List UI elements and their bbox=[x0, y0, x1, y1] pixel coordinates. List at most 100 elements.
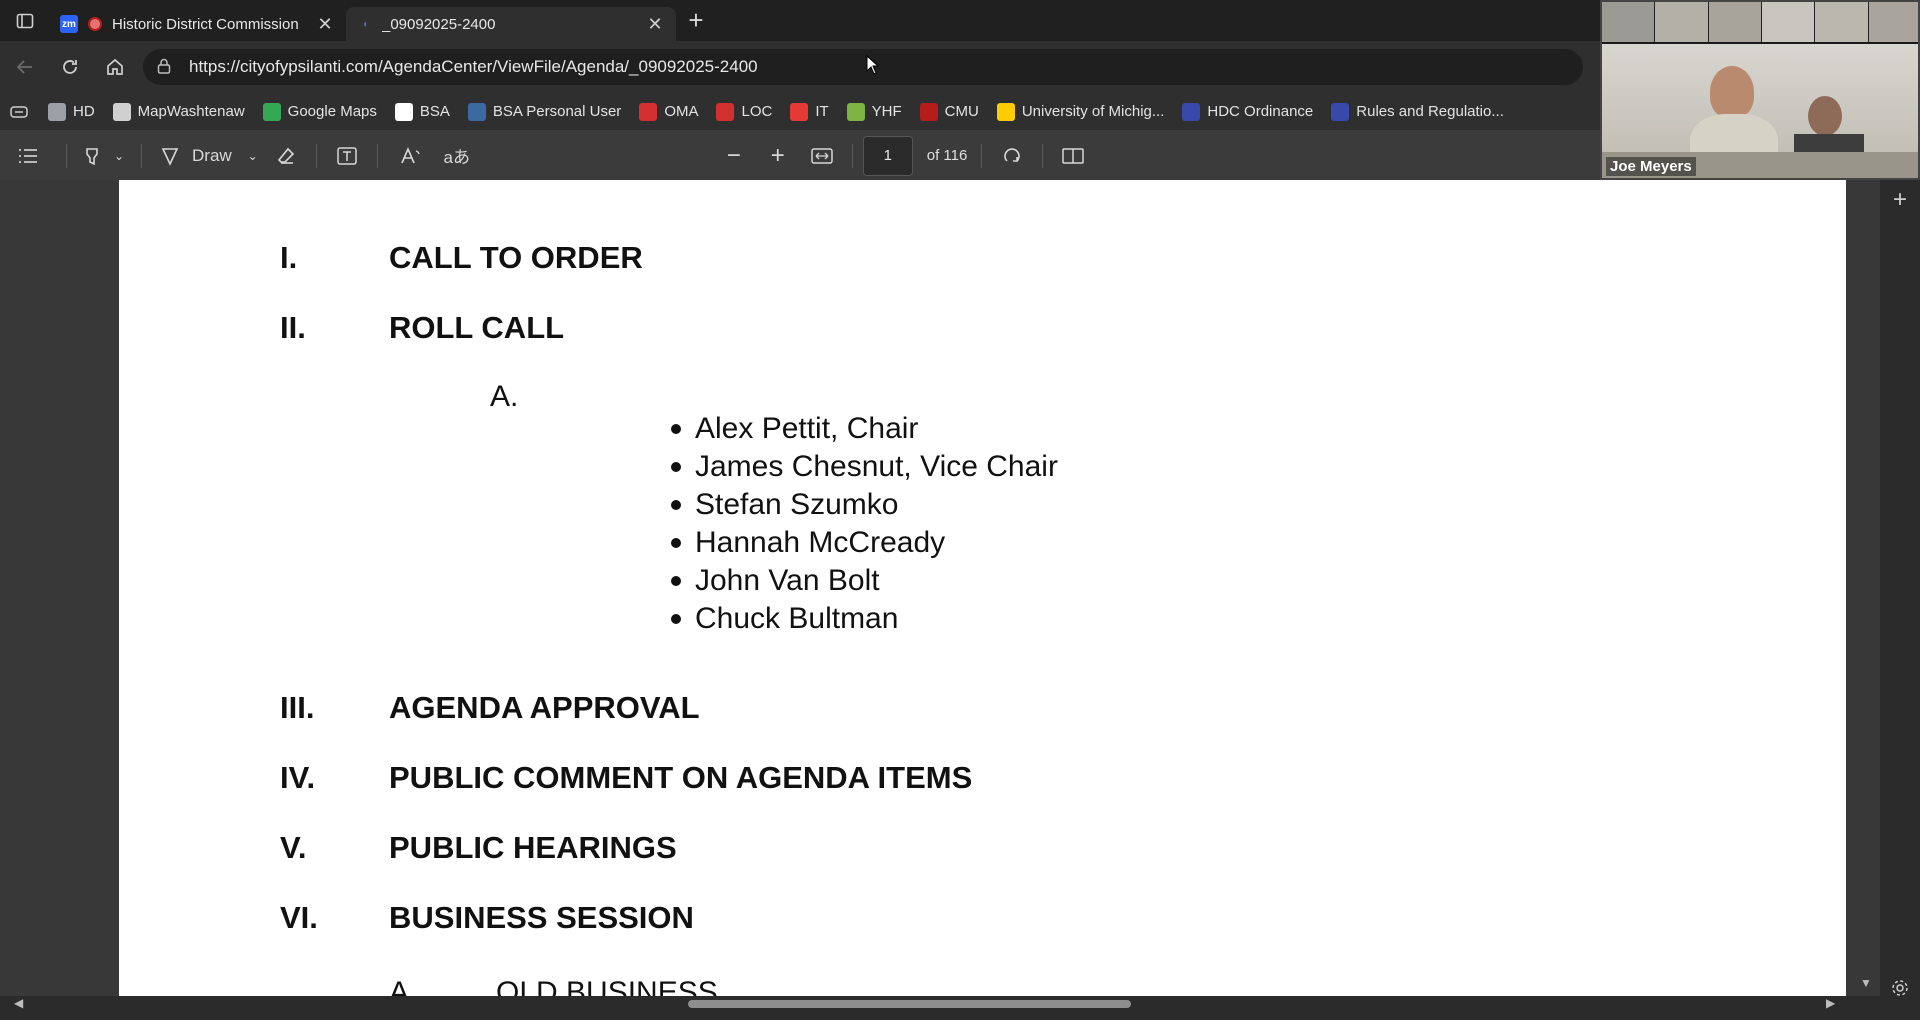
fit-width-icon bbox=[810, 147, 833, 164]
section-number: III. bbox=[280, 690, 315, 725]
umich-icon bbox=[996, 102, 1015, 121]
page-number-input[interactable]: 1 bbox=[862, 135, 913, 176]
scroll-right-arrow[interactable]: ▶ bbox=[1826, 996, 1835, 1010]
home-icon bbox=[106, 58, 123, 75]
url-text: https://cityofypsilanti.com/AgendaCenter… bbox=[189, 57, 758, 76]
tab-actions-button[interactable] bbox=[0, 0, 50, 41]
person-silhouette bbox=[1710, 66, 1754, 118]
page-view-button[interactable] bbox=[1053, 136, 1093, 176]
highlight-dropdown[interactable]: ⌄ bbox=[107, 136, 131, 176]
meeting-video-overlay[interactable]: Joe Meyers bbox=[1600, 0, 1920, 180]
bookmark-university-of-michig[interactable]: University of Michig... bbox=[996, 102, 1165, 121]
toolbar-divider bbox=[66, 143, 67, 168]
bookmark-rules-and-regulatio[interactable]: Rules and Regulatio... bbox=[1331, 102, 1504, 121]
roll-call-sub-label: A. bbox=[490, 380, 519, 413]
section-title: PUBLIC HEARINGS bbox=[389, 830, 677, 865]
section-title: PUBLIC COMMENT ON AGENDA ITEMS bbox=[389, 760, 973, 795]
agenda-subsection-old-business: A. OLD BUSINESS bbox=[389, 976, 718, 996]
new-tab-button[interactable]: + bbox=[676, 5, 716, 36]
chevron-down-icon: ⌄ bbox=[113, 148, 125, 163]
city-icon bbox=[1331, 102, 1350, 121]
horizontal-scrollbar[interactable]: ◀ ▶ bbox=[0, 996, 1880, 1012]
toolbar-divider bbox=[981, 143, 983, 168]
zoom-in-button[interactable]: + bbox=[758, 136, 798, 176]
it-icon bbox=[790, 102, 809, 121]
tab-close-icon[interactable]: ✕ bbox=[644, 14, 666, 35]
scroll-left-arrow[interactable]: ◀ bbox=[14, 996, 23, 1010]
bookmark-loc[interactable]: LOC bbox=[716, 102, 772, 121]
plus-icon: + bbox=[1892, 186, 1907, 213]
fit-to-width-button[interactable] bbox=[802, 136, 842, 176]
list-item: Chuck Bultman bbox=[671, 600, 1058, 638]
bookmark-mapwashtenaw[interactable]: MapWashtenaw bbox=[112, 102, 245, 121]
bookmark-label: University of Michig... bbox=[1021, 103, 1165, 120]
scroll-down-arrow[interactable]: ▼ bbox=[1860, 976, 1872, 990]
bookmark-it[interactable]: IT bbox=[790, 102, 829, 121]
bookmark-label: YHF bbox=[871, 103, 902, 120]
bookmark-label: OMA bbox=[664, 103, 699, 120]
chevron-down-icon[interactable]: ⌄ bbox=[248, 149, 258, 163]
member-name: Alex Pettit, Chair bbox=[695, 412, 919, 445]
collections-icon[interactable] bbox=[10, 105, 28, 119]
site-info-icon[interactable] bbox=[157, 58, 177, 77]
bullet-icon bbox=[671, 614, 681, 624]
zoom-out-button[interactable]: − bbox=[714, 136, 754, 176]
toolbar-divider bbox=[1042, 143, 1044, 168]
translate-icon: aあ bbox=[443, 148, 470, 167]
bookmark-label: HDC Ordinance bbox=[1207, 103, 1314, 120]
translate-button[interactable]: aあ bbox=[434, 136, 480, 176]
erase-button[interactable] bbox=[266, 136, 306, 176]
add-text-button[interactable] bbox=[327, 136, 367, 176]
rotate-button[interactable] bbox=[992, 136, 1032, 176]
tab-historic-district-commission[interactable]: zm Historic District Commission ✕ bbox=[50, 7, 346, 41]
gear-icon bbox=[1892, 980, 1908, 996]
bookmark-yhf[interactable]: YHF bbox=[846, 102, 902, 121]
agenda-section-call-to-order: I. CALL TO ORDER bbox=[280, 240, 643, 276]
section-title: AGENDA APPROVAL bbox=[389, 690, 700, 725]
bullet-icon bbox=[671, 462, 681, 472]
pdf-viewer[interactable]: I. CALL TO ORDER II. ROLL CALL A. Alex P… bbox=[0, 180, 1920, 1004]
bookmark-bsa-personal-user[interactable]: BSA Personal User bbox=[467, 102, 621, 121]
back-button[interactable] bbox=[2, 47, 47, 87]
bullet-icon bbox=[671, 424, 681, 434]
add-sidebar-app-button[interactable]: + bbox=[1880, 186, 1920, 214]
section-number: V. bbox=[280, 830, 307, 865]
map-icon bbox=[112, 102, 131, 121]
reload-button[interactable] bbox=[47, 47, 92, 87]
tab-agenda-pdf[interactable]: ◖ _09092025-2400 ✕ bbox=[346, 7, 676, 41]
speaker-name: Joe Meyers bbox=[1606, 157, 1696, 176]
home-button[interactable] bbox=[92, 47, 137, 87]
member-name: Stefan Szumko bbox=[695, 488, 899, 521]
contents-button[interactable] bbox=[0, 136, 56, 176]
bookmark-hd[interactable]: HD bbox=[48, 102, 95, 121]
toolbar-divider bbox=[315, 143, 317, 168]
cmu-icon bbox=[919, 102, 938, 121]
agenda-section-business-session: VI. BUSINESS SESSION bbox=[280, 900, 694, 936]
read-aloud-button[interactable] bbox=[388, 136, 434, 176]
bsa-personal-icon bbox=[467, 102, 486, 121]
bookmark-oma[interactable]: OMA bbox=[639, 102, 699, 121]
bookmark-cmu[interactable]: CMU bbox=[919, 102, 979, 121]
agenda-section-public-hearings: V. PUBLIC HEARINGS bbox=[280, 830, 677, 866]
minus-icon: − bbox=[726, 141, 741, 169]
tab-close-icon[interactable]: ✕ bbox=[314, 14, 336, 35]
subsection-title: OLD BUSINESS bbox=[496, 976, 718, 996]
scrollbar-thumb[interactable] bbox=[688, 1000, 1131, 1008]
plus-icon: + bbox=[770, 141, 785, 169]
recording-icon bbox=[86, 15, 104, 33]
draw-pen-icon bbox=[161, 147, 179, 166]
text-box-icon bbox=[336, 146, 357, 165]
list-item: Hannah McCready bbox=[671, 524, 1058, 562]
address-bar[interactable]: https://cityofypsilanti.com/AgendaCenter… bbox=[143, 49, 1583, 85]
tab-title: Historic District Commission bbox=[112, 15, 299, 33]
highlight-button[interactable] bbox=[77, 136, 107, 176]
person-silhouette bbox=[1808, 96, 1842, 136]
agenda-section-roll-call: II. ROLL CALL bbox=[280, 310, 564, 346]
bookmark-google-maps[interactable]: Google Maps bbox=[262, 102, 377, 121]
sidebar-settings-button[interactable] bbox=[1880, 978, 1920, 1004]
bookmark-bsa[interactable]: BSA bbox=[394, 102, 450, 121]
list-icon bbox=[19, 148, 37, 163]
draw-button[interactable]: Draw ⌄ bbox=[152, 136, 266, 176]
pdf-page: I. CALL TO ORDER II. ROLL CALL A. Alex P… bbox=[119, 180, 1846, 996]
bookmark-hdc-ordinance[interactable]: HDC Ordinance bbox=[1182, 102, 1314, 121]
